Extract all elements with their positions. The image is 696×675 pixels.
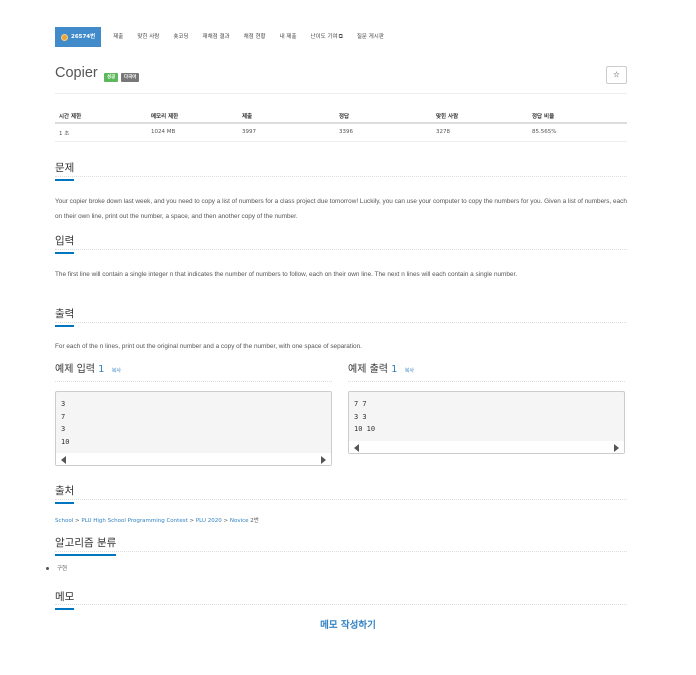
algorithm-tag[interactable]: 구현 [46, 564, 67, 572]
description-text: Your copier broke down last week, and yo… [55, 198, 627, 220]
bullet-icon [46, 567, 49, 570]
scroll-right-icon[interactable] [614, 444, 619, 452]
problem-info-table: 시간 제한 메모리 제한 제출 정답 맞힌 사람 정답 비율 1 초 1024 … [55, 107, 627, 142]
header-submissions: 제출 [242, 114, 253, 120]
memo-heading: 메모 [55, 589, 75, 610]
header-solvers: 맞힌 사람 [436, 114, 459, 120]
divider [55, 322, 627, 323]
source-problem-number: 2번 [248, 518, 259, 524]
value-accepted: 3396 [339, 129, 353, 135]
header-memory-limit: 메모리 제한 [151, 114, 179, 120]
sample-input-line: 3 [61, 425, 66, 433]
sample-input-heading: 예제 입력 1 복사 [55, 360, 121, 375]
source-link-contest[interactable]: PLU High School Programming Contest [81, 518, 187, 524]
table-row: 1 초 1024 MB 3997 3396 3278 85.565% [55, 124, 627, 142]
sample-output-label: 예제 출력 [348, 364, 388, 375]
nav-difficulty-label: 난이도 기여 [310, 34, 338, 40]
value-ratio: 85.565% [532, 129, 557, 135]
algorithm-heading: 알고리즘 분류 [55, 535, 117, 556]
nav-difficulty[interactable]: 난이도 기여⧉ [311, 27, 343, 47]
output-heading: 출력 [55, 306, 75, 327]
header-accepted: 정답 [339, 114, 350, 120]
divider [348, 381, 625, 382]
success-badge: 성공 [104, 73, 119, 82]
problem-title: Copier [55, 65, 98, 81]
scroll-left-icon[interactable] [61, 456, 66, 464]
source-link-year[interactable]: PLU 2020 [196, 518, 222, 524]
multilang-badge[interactable]: 다국어 [121, 73, 140, 82]
source-link-division[interactable]: Novice [230, 518, 249, 524]
algorithm-tag-label: 구현 [57, 566, 68, 572]
sample-input-number: 1 [98, 364, 105, 375]
sample-output-box[interactable]: 7 7 3 3 10 10 [348, 391, 625, 454]
sample-input-line: 3 [61, 400, 66, 408]
copy-output-button[interactable]: 복사 [405, 368, 414, 374]
horizontal-scrollbar[interactable] [349, 441, 624, 453]
breadcrumb-separator: > [187, 518, 196, 524]
sample-input-line: 10 [61, 437, 70, 446]
value-solvers: 3278 [436, 129, 450, 135]
problem-nav: 26574번 제출 맞힌 사람 숏코딩 재채점 결과 채점 현황 내 제출 난이… [55, 27, 398, 47]
description-heading: 문제 [55, 160, 75, 181]
sample-output-line: 7 7 [354, 400, 367, 408]
nav-submit[interactable]: 제출 [113, 27, 123, 47]
nav-rejudge[interactable]: 재채점 결과 [203, 27, 230, 47]
sample-output-heading: 예제 출력 1 복사 [348, 360, 414, 375]
nav-short-coding[interactable]: 숏코딩 [173, 27, 188, 47]
nav-problem-number[interactable]: 26574번 [55, 27, 102, 47]
value-time-limit: 1 초 [59, 131, 70, 137]
horizontal-scrollbar[interactable] [56, 453, 331, 465]
value-memory-limit: 1024 MB [151, 129, 176, 135]
source-breadcrumb: School > PLU High School Programming Con… [55, 516, 627, 524]
divider [55, 176, 627, 177]
divider [55, 551, 627, 552]
copy-input-button[interactable]: 복사 [112, 368, 121, 374]
output-text: For each of the n lines, print out the o… [55, 343, 362, 350]
description-section: 문제 Your copier broke down last week, and… [55, 156, 627, 224]
input-heading: 입력 [55, 233, 75, 254]
divider [55, 249, 627, 250]
algorithm-section: 알고리즘 분류 [55, 531, 627, 556]
nav-qna-board[interactable]: 질문 게시판 [357, 27, 384, 47]
scroll-right-icon[interactable] [321, 456, 326, 464]
divider [55, 499, 627, 500]
header-ratio: 정답 비율 [532, 114, 555, 120]
nav-problem-number-label: 26574번 [71, 34, 96, 40]
value-submissions: 3997 [242, 129, 256, 135]
nav-status[interactable]: 채점 현황 [244, 27, 266, 47]
divider [55, 604, 627, 605]
problem-header: Copier 성공 다국어 ☆ [55, 65, 627, 87]
source-heading: 출처 [55, 483, 75, 504]
medal-icon [61, 33, 68, 41]
star-icon: ☆ [612, 70, 621, 79]
divider [55, 93, 627, 94]
input-section: 입력 The first line will contain a single … [55, 229, 627, 283]
header-time-limit: 시간 제한 [59, 114, 82, 120]
sample-input-box[interactable]: 3 7 3 10 [55, 391, 332, 466]
source-section: 출처 School > PLU High School Programming … [55, 479, 627, 524]
input-text: The first line will contain a single int… [55, 271, 518, 278]
sample-output-line: 3 3 [354, 412, 367, 421]
nav-solvers[interactable]: 맞힌 사람 [137, 27, 159, 47]
scroll-left-icon[interactable] [354, 444, 359, 452]
external-link-icon: ⧉ [338, 33, 343, 40]
table-header-row: 시간 제한 메모리 제한 제출 정답 맞힌 사람 정답 비율 [55, 107, 627, 124]
star-button[interactable]: ☆ [606, 66, 627, 84]
sample-output-number: 1 [391, 364, 398, 375]
sample-output-line: 10 10 [354, 425, 376, 433]
output-section: 출력 For each of the n lines, print out th… [55, 302, 627, 355]
nav-my-submissions[interactable]: 내 제출 [280, 27, 297, 47]
sample-input-line: 7 [61, 412, 66, 421]
memo-section: 메모 [55, 585, 627, 610]
divider [55, 381, 332, 382]
source-link-school[interactable]: School [55, 518, 73, 524]
breadcrumb-separator: > [221, 518, 230, 524]
sample-input-label: 예제 입력 [55, 364, 95, 375]
write-memo-link[interactable]: 메모 작성하기 [0, 617, 696, 631]
